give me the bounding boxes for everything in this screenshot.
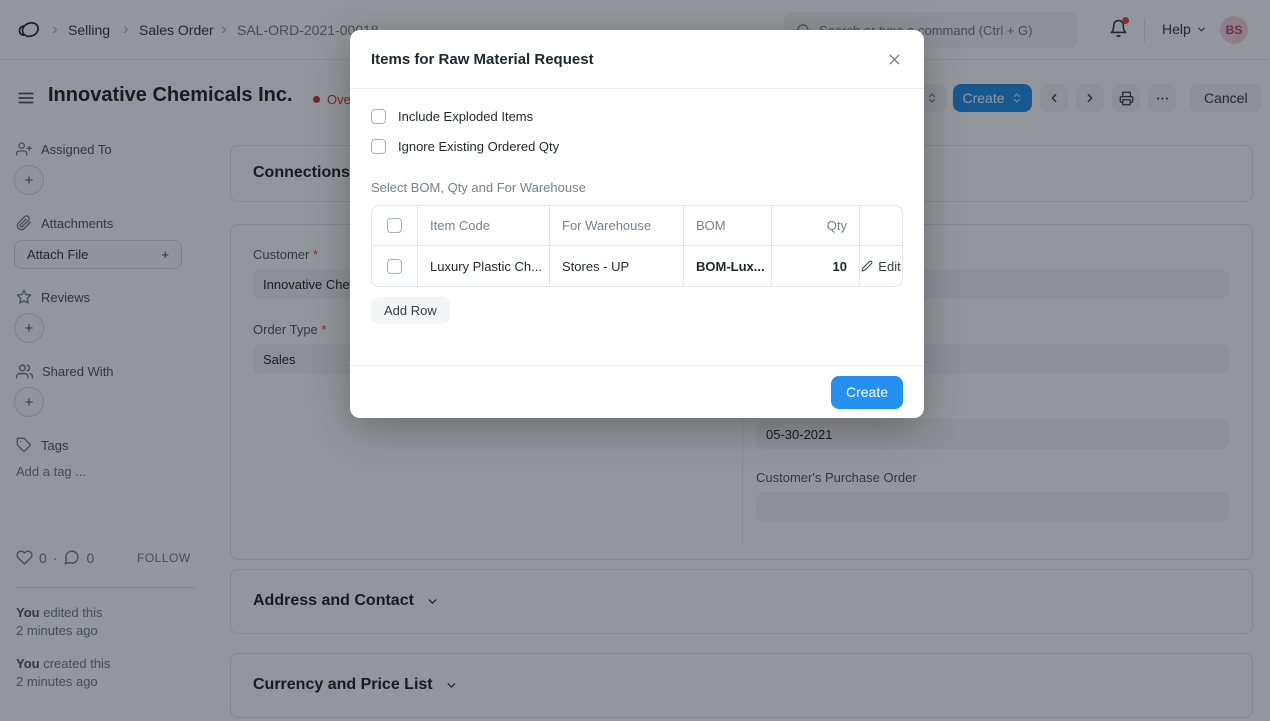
dialog-title: Items for Raw Material Request [371, 51, 594, 68]
row-checkbox[interactable] [387, 259, 402, 274]
grid-section-label: Select BOM, Qty and For Warehouse [371, 180, 903, 195]
dialog-create-button[interactable]: Create [831, 376, 903, 409]
qty-cell[interactable]: 10 [772, 246, 860, 286]
items-grid: Item Code For Warehouse BOM Qty Luxury P… [371, 205, 903, 287]
dialog-header: Items for Raw Material Request [350, 30, 924, 89]
item-code-header: Item Code [418, 206, 550, 245]
dialog-body: Include Exploded Items Ignore Existing O… [350, 89, 924, 324]
row-edit-button[interactable]: Edit [861, 259, 900, 274]
close-icon[interactable] [886, 51, 903, 68]
edit-label: Edit [878, 259, 900, 274]
grid-row: Luxury Plastic Ch... Stores - UP BOM-Lux… [372, 246, 902, 286]
pencil-icon [861, 260, 873, 272]
checkbox[interactable] [371, 139, 386, 154]
item-code-cell[interactable]: Luxury Plastic Ch... [418, 246, 550, 286]
for-warehouse-header: For Warehouse [550, 206, 684, 245]
ignore-existing-ordered-qty-label: Ignore Existing Ordered Qty [398, 139, 559, 154]
ignore-existing-ordered-qty-option[interactable]: Ignore Existing Ordered Qty [371, 139, 903, 154]
select-all-checkbox[interactable] [387, 218, 402, 233]
checkbox[interactable] [371, 109, 386, 124]
grid-header-row: Item Code For Warehouse BOM Qty [372, 206, 902, 246]
bom-cell[interactable]: BOM-Lux... [684, 246, 772, 286]
add-row-button[interactable]: Add Row [371, 297, 450, 324]
qty-header: Qty [772, 206, 860, 245]
raw-material-request-dialog: Items for Raw Material Request Include E… [350, 30, 924, 418]
bom-header: BOM [684, 206, 772, 245]
dialog-footer: Create [350, 365, 924, 418]
include-exploded-items-label: Include Exploded Items [398, 109, 533, 124]
include-exploded-items-option[interactable]: Include Exploded Items [371, 109, 903, 124]
for-warehouse-cell[interactable]: Stores - UP [550, 246, 684, 286]
